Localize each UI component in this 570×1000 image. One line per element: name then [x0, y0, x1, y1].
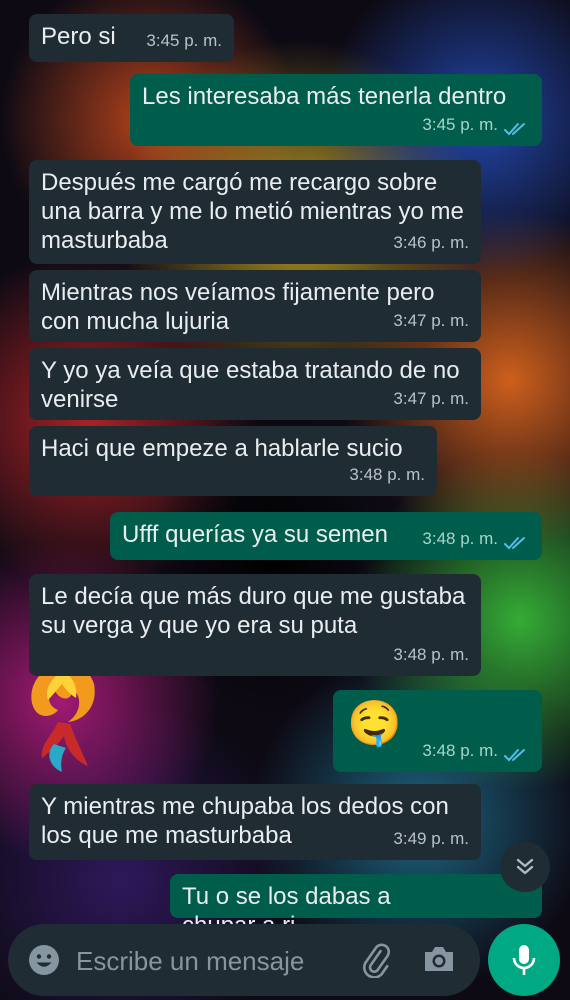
emoji-message-content: 🤤	[347, 699, 402, 748]
message-input[interactable]	[74, 940, 348, 982]
message-time: 3:47 p. m.	[393, 389, 469, 408]
paperclip-icon[interactable]	[358, 942, 394, 978]
message-composer	[8, 924, 480, 996]
message-time: 3:48 p. m.	[422, 741, 498, 760]
message-text: Haci que empeze a hablarle sucio	[41, 435, 403, 462]
incoming-message[interactable]: Después me cargó me recargo sobre una ba…	[29, 160, 481, 264]
outgoing-message[interactable]: 🤤 3:48 p. m.	[333, 690, 542, 772]
read-receipt-icon	[504, 743, 530, 761]
message-time: 3:47 p. m.	[393, 311, 469, 330]
microphone-button[interactable]	[488, 924, 560, 996]
outgoing-message[interactable]: Ufff querías ya su semen 3:48 p. m.	[110, 512, 542, 560]
message-time: 3:48 p. m.	[393, 645, 469, 664]
incoming-message[interactable]: Le decía que más duro que me gustaba su …	[29, 574, 481, 676]
read-receipt-icon	[504, 117, 530, 135]
emoji-icon[interactable]	[28, 944, 60, 976]
message-meta: 3:48 p. m.	[422, 736, 530, 765]
message-meta: 3:48 p. m.	[349, 460, 425, 489]
message-meta: 3:49 p. m.	[393, 824, 469, 853]
message-time: 3:48 p. m.	[422, 529, 498, 548]
scroll-to-bottom-button[interactable]	[500, 842, 550, 892]
incoming-message[interactable]: Y yo ya veía que estaba tratando de no v…	[29, 348, 481, 420]
message-meta: 3:45 p. m.	[422, 110, 530, 139]
incoming-message[interactable]: Haci que empeze a hablarle sucio 3:48 p. …	[29, 426, 437, 496]
message-meta: 3:47 p. m.	[393, 306, 469, 335]
incoming-message[interactable]: Mientras nos veíamos fijamente pero con …	[29, 270, 481, 342]
message-meta: 3:48 p. m.	[393, 640, 469, 669]
read-receipt-icon	[504, 531, 530, 549]
message-text: Le decía que más duro que me gustaba su …	[41, 583, 466, 639]
double-chevron-down-icon	[516, 858, 534, 875]
outgoing-message[interactable]: Tu o se los dabas a chupar a ri	[170, 874, 542, 939]
message-meta: 3:48 p. m.	[422, 524, 530, 553]
message-time: 3:45 p. m.	[422, 115, 498, 134]
incoming-message[interactable]: Pero si 3:45 p. m.	[29, 14, 234, 62]
microphone-icon	[512, 945, 536, 975]
message-time: 3:49 p. m.	[393, 829, 469, 848]
outgoing-message[interactable]: Les interesaba más tenerla dentro 3:45 p.…	[130, 74, 542, 146]
incoming-message[interactable]: Y mientras me chupaba los dedos con los …	[29, 784, 481, 860]
message-meta: 3:45 p. m.	[146, 26, 222, 55]
message-meta: 3:47 p. m.	[393, 384, 469, 413]
message-time: 3:46 p. m.	[393, 233, 469, 252]
message-time: 3:45 p. m.	[146, 31, 222, 50]
message-text: Les interesaba más tenerla dentro	[142, 83, 507, 110]
message-meta: 3:46 p. m.	[393, 228, 469, 257]
camera-icon[interactable]	[422, 943, 456, 975]
message-time: 3:48 p. m.	[349, 465, 425, 484]
